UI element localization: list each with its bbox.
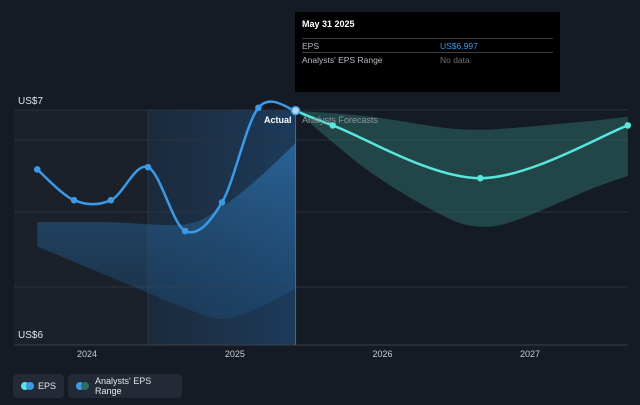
- legend-label-eps: EPS: [37, 381, 56, 391]
- legend-item-eps-range[interactable]: Analysts' EPS Range: [68, 374, 182, 398]
- tooltip-eps-value: US$6.997: [440, 41, 478, 51]
- actual-region-label: Actual: [264, 115, 292, 125]
- legend-label-eps-range: Analysts' EPS Range: [94, 376, 152, 396]
- x-tick-label: 2026: [372, 349, 393, 359]
- eps-point: [107, 196, 115, 204]
- forecast-point: [624, 122, 632, 129]
- eps-point: [33, 166, 41, 173]
- eps-point: [181, 227, 189, 235]
- x-tick-label: 2025: [224, 349, 245, 359]
- legend-item-eps[interactable]: EPS: [13, 374, 64, 398]
- tooltip-eps-key: EPS: [302, 41, 320, 51]
- tooltip-row-range: Analysts' EPS Range No data: [302, 52, 553, 66]
- range-legend-icon: [76, 382, 89, 390]
- forecast-region-label: Analysts Forecasts: [302, 115, 379, 125]
- y-axis-top-label: US$7: [18, 96, 44, 107]
- eps-point: [290, 105, 301, 116]
- eps-point: [218, 199, 226, 206]
- y-axis-bottom-label: US$6: [18, 330, 44, 341]
- hover-tooltip: May 31 2025 EPS US$6.997 Analysts' EPS R…: [295, 12, 560, 92]
- eps-point: [255, 104, 262, 112]
- eps-point: [144, 163, 152, 171]
- tooltip-row-eps: EPS US$6.997: [302, 38, 553, 52]
- eps-point: [70, 196, 78, 204]
- forecast-eps-range-band: [295, 110, 628, 227]
- tooltip-date: May 31 2025: [302, 19, 355, 29]
- tooltip-range-value: No data: [440, 55, 470, 65]
- tooltip-range-key: Analysts' EPS Range: [302, 55, 383, 65]
- forecast-point: [476, 174, 484, 182]
- eps-legend-icon: [21, 382, 34, 390]
- x-tick-label: 2024: [76, 349, 98, 359]
- x-tick-label: 2027: [519, 349, 541, 359]
